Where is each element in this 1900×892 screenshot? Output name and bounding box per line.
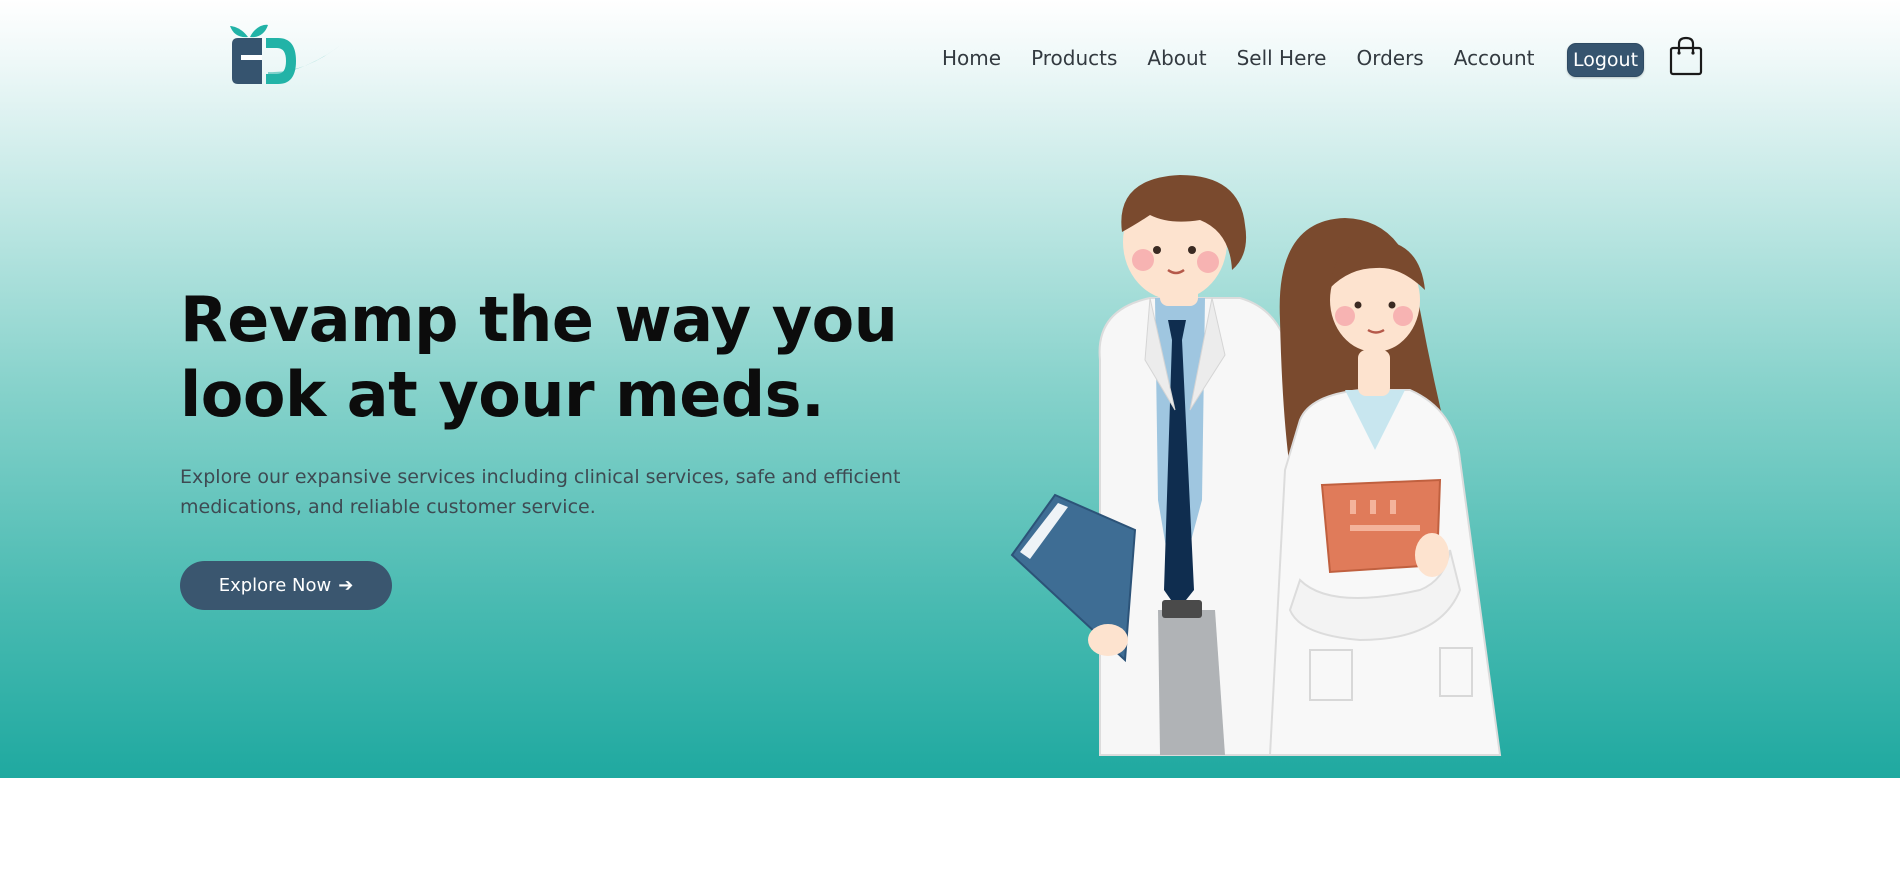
hero-headline-line-1: Revamp the way you: [180, 283, 898, 356]
hero-section: Home Products About Sell Here Orders Acc…: [0, 0, 1900, 778]
nav-link-account[interactable]: Account: [1454, 44, 1535, 72]
shopping-bag-icon[interactable]: [1669, 36, 1703, 76]
hero-subtext: Explore our expansive services including…: [180, 466, 901, 518]
pharmacy-logo-icon[interactable]: [224, 22, 344, 88]
logout-button[interactable]: Logout: [1567, 43, 1644, 77]
nav-link-home[interactable]: Home: [942, 44, 1001, 72]
nav-link-products[interactable]: Products: [1031, 44, 1117, 72]
hero-headline: Revamp the way you look at your meds.: [180, 282, 1000, 432]
content-section: [0, 778, 1900, 892]
two-doctors-illustration: [1010, 175, 1502, 756]
nav-links: Home Products About Sell Here Orders Acc…: [942, 44, 1565, 72]
nav-link-orders[interactable]: Orders: [1356, 44, 1423, 72]
nav-link-sell-here[interactable]: Sell Here: [1237, 44, 1327, 72]
navbar: Home Products About Sell Here Orders Acc…: [0, 0, 1900, 118]
explore-now-button[interactable]: Explore Now ➔: [180, 561, 392, 610]
arrow-right-icon: ➔: [338, 575, 354, 596]
hero-headline-line-2: look at your meds.: [180, 358, 825, 431]
nav-link-about[interactable]: About: [1147, 44, 1206, 72]
explore-now-label: Explore Now: [218, 575, 332, 596]
